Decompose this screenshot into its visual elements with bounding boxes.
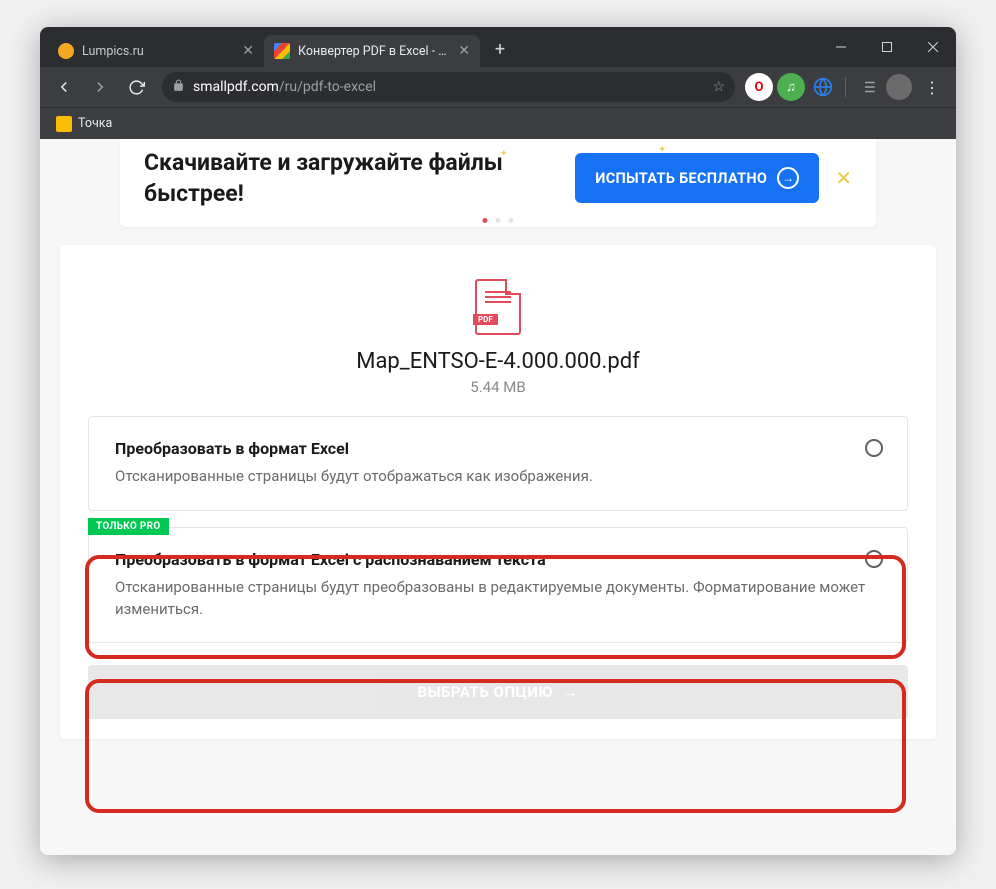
choose-option-button[interactable]: ВЫБРАТЬ ОПЦИЮ → [88,665,908,719]
extension-readlist-icon[interactable] [854,73,882,101]
file-name: Map_ENTSO-E-4.000.000.pdf [88,349,908,374]
arrow-right-icon: → [563,683,579,701]
menu-button[interactable]: ⋮ [916,78,948,97]
profile-avatar[interactable] [886,74,912,100]
bookmark-tochka[interactable]: Точка [50,113,118,135]
file-info: PDF Map_ENTSO-E-4.000.000.pdf 5.44 MB [88,273,908,416]
pdf-file-icon: PDF [475,279,521,335]
reload-button[interactable] [120,71,152,103]
banner-close-icon[interactable]: ✕ [835,166,852,190]
address-bar: smallpdf.com/ru/pdf-to-excel ☆ O ♫ ⋮ [40,67,956,107]
banner-title: Скачивайте и загружайте файлы быстрее! [144,147,503,209]
extension-globe-icon[interactable] [809,73,837,101]
tab-label: Конвертер PDF в Excel - беспла [298,44,450,59]
pro-badge: ТОЛЬКО PRO [88,518,169,535]
lock-icon [172,79,185,96]
new-tab-button[interactable]: + [486,35,514,63]
bookmarks-bar: Точка [40,107,956,139]
extension-opera-icon[interactable]: O [745,73,773,101]
file-size: 5.44 MB [88,378,908,396]
radio-icon[interactable] [865,439,883,457]
forward-button[interactable] [84,71,116,103]
extension-music-icon[interactable]: ♫ [777,73,805,101]
tab-lumpics[interactable]: Lumpics.ru ✕ [48,35,264,67]
option-title: Преобразовать в формат Excel [115,439,881,458]
bookmark-label: Точка [78,116,112,131]
choose-option-label: ВЫБРАТЬ ОПЦИЮ [417,683,553,701]
option-convert-ocr[interactable]: ТОЛЬКО PRO Преобразовать в формат Excel … [88,527,908,644]
close-tab-icon[interactable]: ✕ [242,43,254,59]
bookmark-folder-icon [56,116,72,132]
tab-label: Lumpics.ru [82,44,234,59]
try-free-button[interactable]: ИСПЫТАТЬ БЕСПЛАТНО → [575,153,819,203]
separator [845,77,846,97]
tab-strip: Lumpics.ru ✕ Конвертер PDF в Excel - бес… [40,27,520,67]
radio-icon[interactable] [865,550,883,568]
close-tab-icon[interactable]: ✕ [458,43,470,59]
minimize-button[interactable] [818,27,864,67]
tab-smallpdf[interactable]: Конвертер PDF в Excel - беспла ✕ [264,35,480,67]
try-free-label: ИСПЫТАТЬ БЕСПЛАТНО [595,170,767,187]
favicon-icon [274,43,290,59]
option-convert-basic[interactable]: Преобразовать в формат Excel Отсканирова… [88,416,908,511]
option-title: Преобразовать в формат Excel с распознав… [115,550,881,569]
url-input[interactable]: smallpdf.com/ru/pdf-to-excel ☆ [162,72,735,102]
titlebar: Lumpics.ru ✕ Конвертер PDF в Excel - бес… [40,27,956,67]
option-description: Отсканированные страницы будут преобразо… [115,577,881,621]
maximize-button[interactable] [864,27,910,67]
favicon-icon [58,43,74,59]
promo-banner: ✦ ✦ Скачивайте и загружайте файлы быстре… [120,139,876,227]
browser-window: Lumpics.ru ✕ Конвертер PDF в Excel - бес… [40,27,956,855]
page-viewport[interactable]: ✦ ✦ Скачивайте и загружайте файлы быстре… [40,139,956,855]
arrow-right-icon: → [777,167,799,189]
banner-pager [483,218,514,223]
converter-card: PDF Map_ENTSO-E-4.000.000.pdf 5.44 MB Пр… [60,245,936,739]
confetti-icon: ✦ [658,145,666,155]
option-description: Отсканированные страницы будут отображат… [115,466,881,488]
bookmark-star-icon[interactable]: ☆ [712,79,725,95]
close-window-button[interactable] [910,27,956,67]
window-controls [818,27,956,67]
confetti-icon: ✦ [500,149,508,159]
back-button[interactable] [48,71,80,103]
url-text: smallpdf.com/ru/pdf-to-excel [193,79,704,95]
